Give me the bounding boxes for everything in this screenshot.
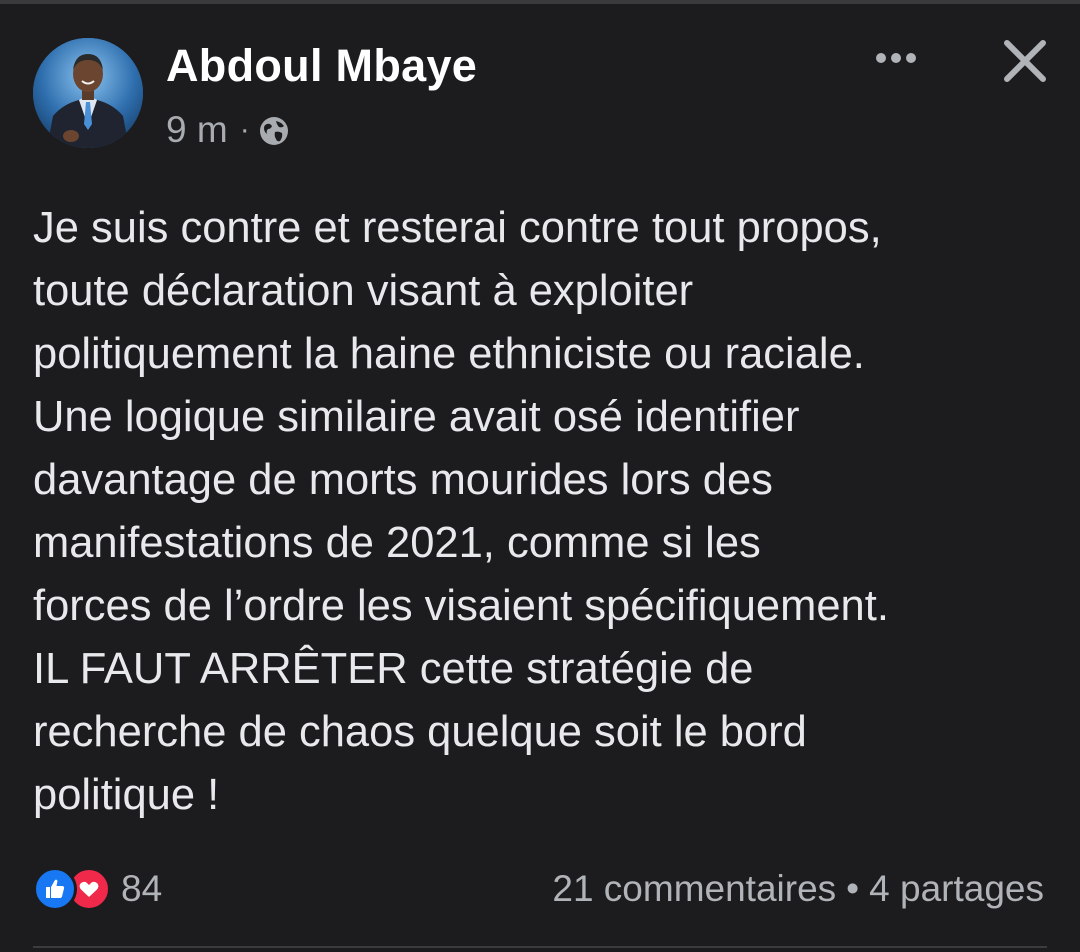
more-dot — [891, 53, 901, 63]
top-divider — [0, 0, 1080, 4]
post-meta: 9 m · — [166, 108, 290, 152]
reactions-summary[interactable]: 84 — [33, 864, 162, 914]
close-icon — [1004, 40, 1046, 82]
author-name[interactable]: Abdoul Mbaye — [166, 40, 477, 92]
more-horizontal-icon — [876, 53, 886, 63]
reaction-count: 84 — [121, 868, 163, 909]
comments-link[interactable]: 21 commentaires — [552, 868, 836, 910]
bottom-divider — [33, 946, 1047, 948]
more-options-button[interactable] — [868, 42, 924, 74]
engagement-stats: 21 commentaires • 4 partages — [552, 864, 1044, 914]
globe-icon — [258, 114, 290, 146]
post-text: Je suis contre et resterai contre tout p… — [33, 204, 889, 819]
post-time[interactable]: 9 m — [166, 109, 228, 151]
meta-separator: · — [239, 113, 250, 146]
avatar-image — [33, 38, 143, 148]
more-dot — [906, 53, 916, 63]
avatar[interactable] — [33, 38, 143, 148]
shares-link[interactable]: 4 partages — [869, 868, 1044, 910]
engagement-separator: • — [846, 868, 860, 909]
post-card: Abdoul Mbaye 9 m · Je suis contre et res… — [0, 0, 1080, 952]
like-icon — [33, 867, 77, 911]
close-button[interactable] — [1000, 36, 1050, 86]
